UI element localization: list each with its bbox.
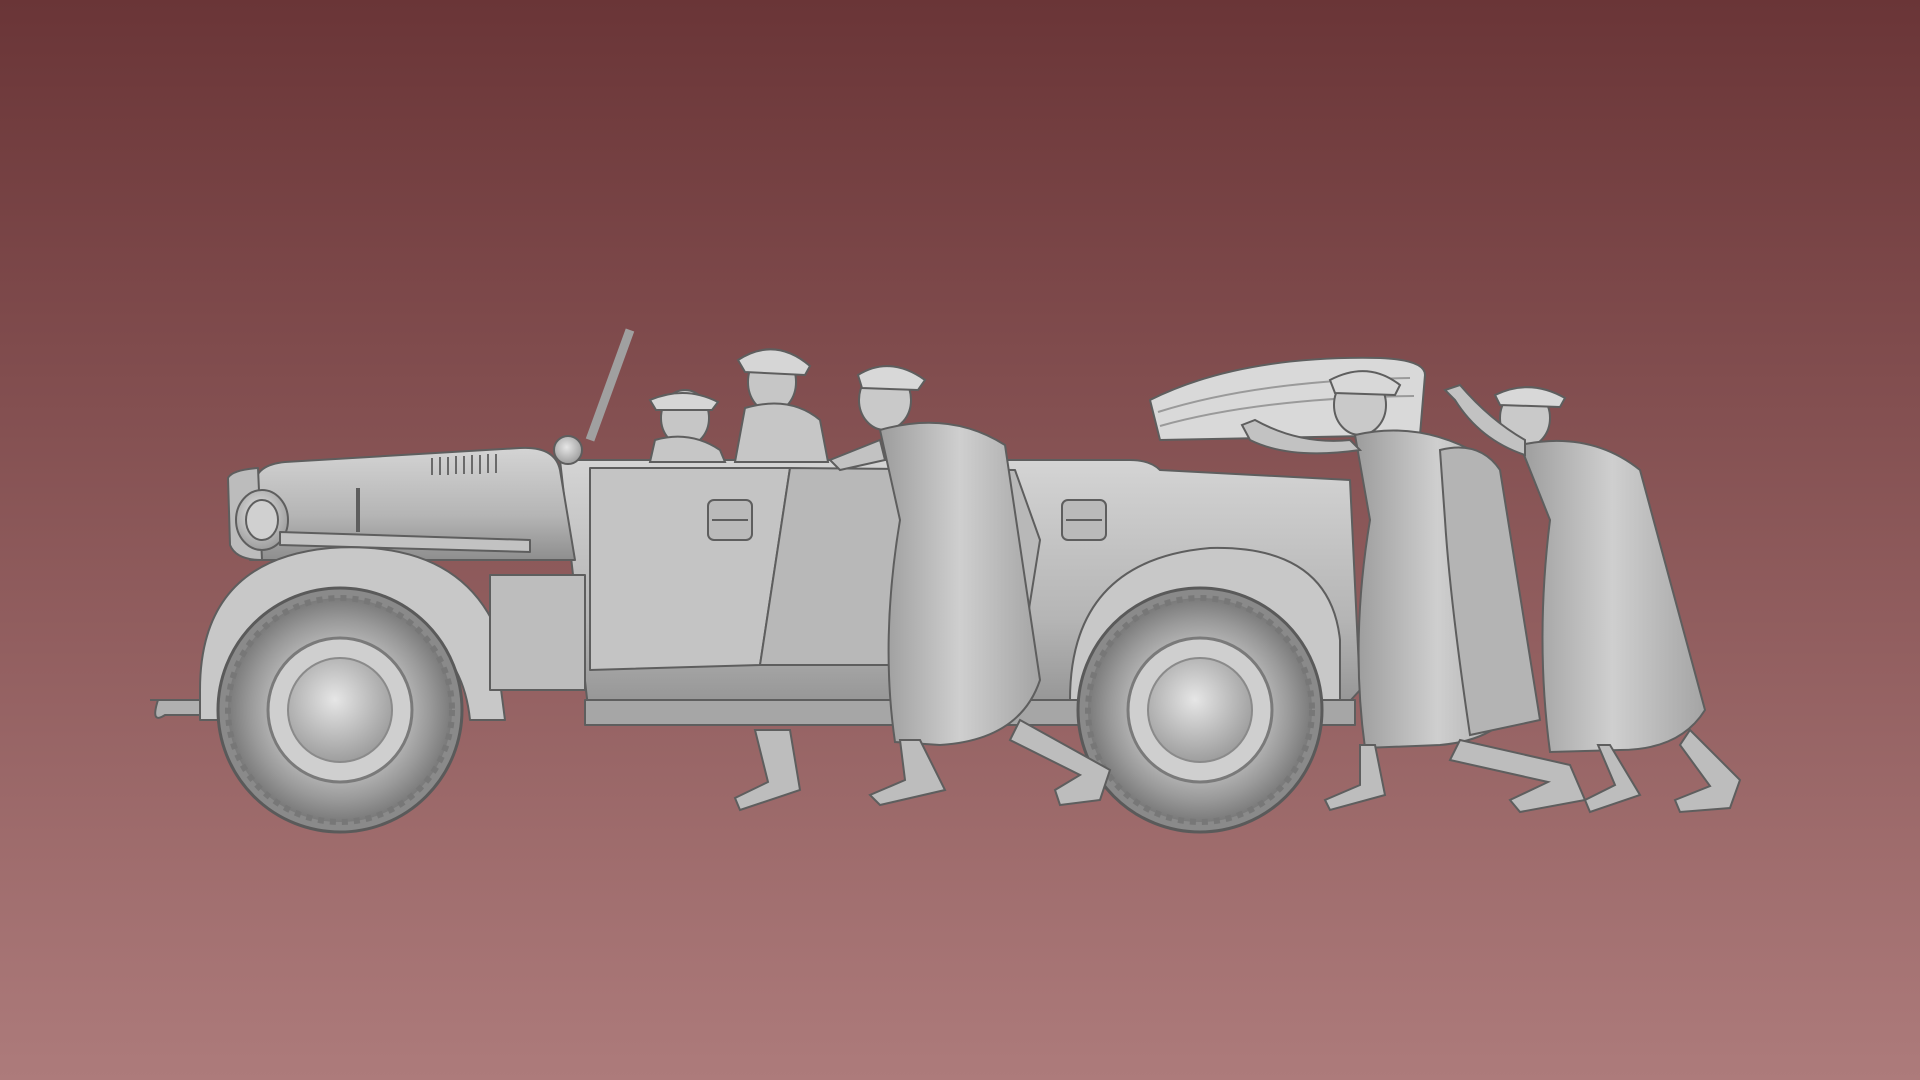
spot-lamp [553,435,583,465]
seated-driver [648,389,727,463]
tow-hook [150,699,201,719]
windshield-post [585,328,635,442]
rear-wheel [1076,586,1324,834]
front-wheel [216,586,464,834]
render-viewport [0,0,1920,1080]
front-door [589,467,791,671]
side-box [489,574,586,691]
seated-officer [733,348,830,463]
model-render [150,328,1742,834]
